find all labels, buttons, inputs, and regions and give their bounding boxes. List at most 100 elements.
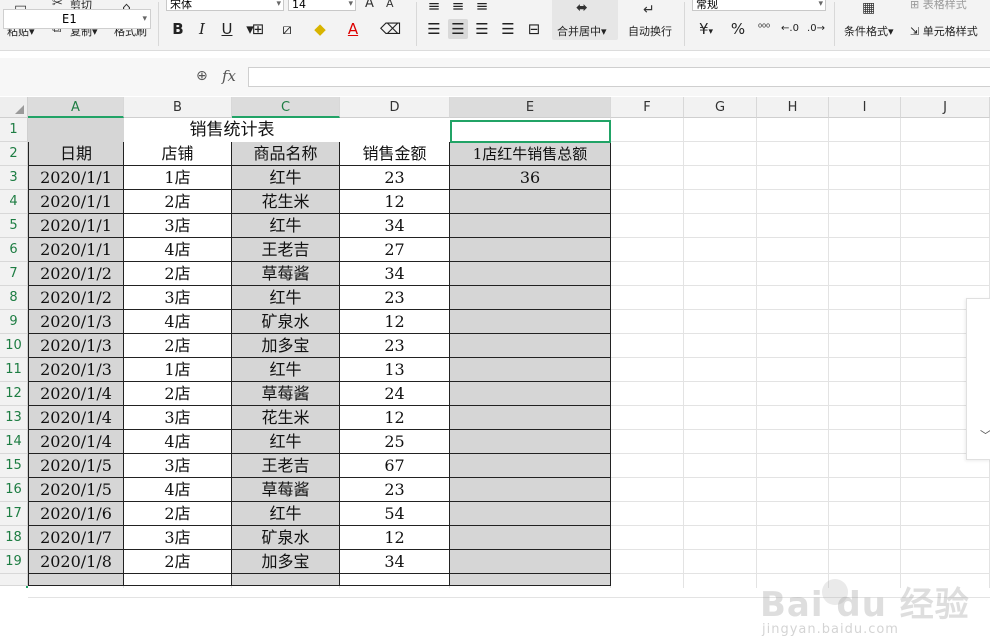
column-header-c[interactable]: C <box>232 97 340 118</box>
table-cell[interactable]: 3店 <box>124 286 232 310</box>
font-name-select[interactable]: 宋体 ▾ <box>166 0 284 11</box>
table-cell[interactable]: 2店 <box>124 334 232 358</box>
table-cell[interactable]: 草莓酱 <box>232 382 340 406</box>
table-cell[interactable]: 3店 <box>124 526 232 550</box>
thousands-icon[interactable]: ⁰⁰⁰ <box>754 19 774 39</box>
table-cell[interactable]: 红牛 <box>232 430 340 454</box>
row-header-5[interactable]: 5 <box>0 214 28 238</box>
table-cell[interactable]: 2020/1/6 <box>28 502 124 526</box>
table-cell[interactable]: 2020/1/1 <box>28 238 124 262</box>
row-header-15[interactable]: 15 <box>0 454 28 478</box>
cell-E9[interactable] <box>450 310 611 334</box>
table-cell[interactable]: 红牛 <box>232 286 340 310</box>
table-cell[interactable]: 2020/1/2 <box>28 286 124 310</box>
distribute-icon[interactable]: ⊟ <box>524 19 544 39</box>
table-cell[interactable]: 13 <box>340 358 450 382</box>
cell-E16[interactable] <box>450 478 611 502</box>
table-cell[interactable]: 3店 <box>124 454 232 478</box>
column-header-j[interactable]: J <box>901 97 990 118</box>
row-header-17[interactable]: 17 <box>0 502 28 526</box>
row-header-13[interactable]: 13 <box>0 406 28 430</box>
table-cell[interactable]: 4店 <box>124 430 232 454</box>
column-header-g[interactable]: G <box>684 97 757 118</box>
align-center-icon[interactable]: ☰ <box>448 19 468 39</box>
percent-button[interactable]: % <box>728 19 748 39</box>
cell-B1-title[interactable]: 销售统计表 <box>124 118 340 142</box>
row-header-7[interactable]: 7 <box>0 262 28 286</box>
cell-E12[interactable] <box>450 382 611 406</box>
column-header-b[interactable]: B <box>124 97 232 118</box>
table-cell[interactable]: 2020/1/4 <box>28 382 124 406</box>
table-cell-partial[interactable] <box>124 574 232 586</box>
table-cell[interactable]: 草莓酱 <box>232 478 340 502</box>
table-cell[interactable]: 3店 <box>124 214 232 238</box>
column-header-f[interactable]: F <box>611 97 684 118</box>
align-top-icon[interactable]: ≡ <box>424 0 444 16</box>
cell-E15[interactable] <box>450 454 611 478</box>
table-cell[interactable]: 3店 <box>124 406 232 430</box>
merge-center-button[interactable]: ⬌ 合并居中▾ <box>552 0 618 40</box>
table-cell[interactable]: 12 <box>340 190 450 214</box>
row-header-9[interactable]: 9 <box>0 310 28 334</box>
row-header-12[interactable]: 12 <box>0 382 28 406</box>
cell-E17[interactable] <box>450 502 611 526</box>
font-size-select[interactable]: 14 ▾ <box>288 0 356 11</box>
cell-style-button[interactable]: ⇲ 单元格样式 <box>910 23 978 39</box>
header-c[interactable]: 商品名称 <box>232 142 340 166</box>
underline-button[interactable]: U <box>217 19 237 39</box>
table-cell[interactable]: 34 <box>340 214 450 238</box>
table-cell[interactable]: 24 <box>340 382 450 406</box>
zoom-icon[interactable]: ⊕ <box>196 68 208 84</box>
fill-color-icon[interactable]: ◆ <box>310 19 330 39</box>
row-header-11[interactable]: 11 <box>0 358 28 382</box>
cell-E18[interactable] <box>450 526 611 550</box>
table-cell[interactable]: 矿泉水 <box>232 310 340 334</box>
table-cell[interactable]: 67 <box>340 454 450 478</box>
header-b[interactable]: 店铺 <box>124 142 232 166</box>
border-icon[interactable]: ⊞ <box>248 19 268 39</box>
spreadsheet-grid[interactable]: A B C D E F G H I J 1 2 3 4 5 6 7 8 9 10 11 12 13 14 15 16 17 18 19 销… <box>0 97 990 637</box>
cell-A1[interactable] <box>28 118 124 142</box>
table-cell[interactable]: 2店 <box>124 262 232 286</box>
row-header-18[interactable]: 18 <box>0 526 28 550</box>
table-cell[interactable]: 2020/1/1 <box>28 190 124 214</box>
table-cell[interactable]: 1店 <box>124 166 232 190</box>
table-cell[interactable]: 4店 <box>124 310 232 334</box>
table-cell[interactable]: 23 <box>340 286 450 310</box>
table-cell[interactable]: 54 <box>340 502 450 526</box>
row-header-4[interactable]: 4 <box>0 190 28 214</box>
table-cell[interactable]: 加多宝 <box>232 334 340 358</box>
row-header-14[interactable]: 14 <box>0 430 28 454</box>
table-cell[interactable]: 2020/1/3 <box>28 358 124 382</box>
table-cell[interactable]: 2020/1/3 <box>28 334 124 358</box>
currency-button[interactable]: ¥▾ <box>694 19 718 39</box>
decrease-font-icon[interactable]: A <box>386 0 394 12</box>
table-cell[interactable]: 27 <box>340 238 450 262</box>
table-cell[interactable]: 23 <box>340 334 450 358</box>
table-cell[interactable]: 12 <box>340 310 450 334</box>
cell-E4[interactable] <box>450 190 611 214</box>
table-cell[interactable]: 2店 <box>124 382 232 406</box>
table-cell[interactable]: 34 <box>340 550 450 574</box>
align-middle-icon[interactable]: ≡ <box>448 0 468 16</box>
table-cell[interactable]: 矿泉水 <box>232 526 340 550</box>
align-right-icon[interactable]: ☰ <box>472 19 492 39</box>
table-cell[interactable]: 2020/1/7 <box>28 526 124 550</box>
active-cell-E1[interactable] <box>450 120 611 143</box>
table-cell[interactable]: 2020/1/2 <box>28 262 124 286</box>
table-cell[interactable]: 34 <box>340 262 450 286</box>
fill-pattern-icon[interactable]: ⧄ <box>277 19 297 39</box>
table-cell[interactable]: 红牛 <box>232 166 340 190</box>
bold-button[interactable]: B <box>168 19 188 39</box>
table-cell[interactable]: 2020/1/1 <box>28 166 124 190</box>
table-cell[interactable]: 2020/1/5 <box>28 454 124 478</box>
cell-E14[interactable] <box>450 430 611 454</box>
table-cell[interactable]: 4店 <box>124 478 232 502</box>
row-header-2[interactable]: 2 <box>0 142 28 166</box>
name-box[interactable]: E1 ▾ <box>3 9 151 29</box>
row-header-19[interactable]: 19 <box>0 550 28 574</box>
italic-button[interactable]: I <box>192 19 212 39</box>
table-cell[interactable]: 1店 <box>124 358 232 382</box>
cell-E3[interactable]: 36 <box>450 166 611 190</box>
column-header-e[interactable]: E <box>450 97 611 118</box>
